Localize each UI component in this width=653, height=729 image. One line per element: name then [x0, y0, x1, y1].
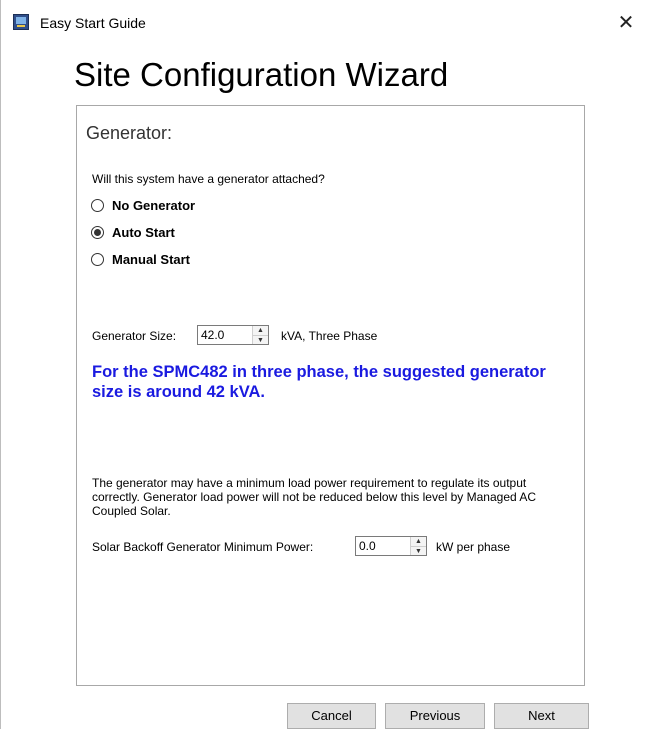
- min-power-stepper[interactable]: 0.0 ▲ ▼: [355, 536, 427, 556]
- radio-label: Manual Start: [112, 251, 191, 267]
- radio-button-icon[interactable]: [91, 198, 104, 212]
- stepper-buttons: ▲ ▼: [410, 537, 426, 555]
- title-bar: Easy Start Guide ✕: [0, 0, 653, 44]
- radio-label: No Generator: [112, 197, 196, 213]
- radio-button-icon[interactable]: [91, 252, 104, 266]
- cancel-button[interactable]: Cancel: [287, 703, 376, 729]
- min-power-value[interactable]: 0.0: [356, 537, 410, 555]
- min-load-note: The generator may have a minimum load po…: [92, 476, 537, 518]
- radio-manual-start[interactable]: Manual Start: [91, 250, 190, 268]
- radio-label: Auto Start: [112, 224, 175, 240]
- generator-size-label: Generator Size:: [92, 329, 177, 343]
- stepper-buttons: ▲ ▼: [252, 326, 268, 344]
- app-icon: [13, 14, 29, 30]
- close-button[interactable]: ✕: [612, 10, 640, 36]
- radio-button-selected-icon[interactable]: [91, 225, 104, 239]
- spin-down-icon[interactable]: ▼: [411, 546, 426, 556]
- window-title: Easy Start Guide: [40, 15, 146, 31]
- spin-down-icon[interactable]: ▼: [253, 335, 268, 345]
- generator-question: Will this system have a generator attach…: [92, 172, 325, 186]
- spin-up-icon[interactable]: ▲: [411, 537, 426, 546]
- min-power-unit: kW per phase: [436, 540, 511, 554]
- page-title: Site Configuration Wizard: [74, 56, 449, 93]
- generator-size-unit: kVA, Three Phase: [281, 329, 378, 343]
- min-power-label: Solar Backoff Generator Minimum Power:: [92, 540, 314, 554]
- previous-button[interactable]: Previous: [385, 703, 485, 729]
- window-left-border: [0, 0, 1, 729]
- radio-no-generator[interactable]: No Generator: [91, 196, 195, 214]
- spin-up-icon[interactable]: ▲: [253, 326, 268, 335]
- radio-auto-start[interactable]: Auto Start: [91, 223, 175, 241]
- suggested-size-message: For the SPMC482 in three phase, the sugg…: [92, 363, 546, 401]
- section-title: Generator:: [86, 123, 173, 143]
- next-button[interactable]: Next: [494, 703, 589, 729]
- generator-size-stepper[interactable]: 42.0 ▲ ▼: [197, 325, 269, 345]
- generator-size-value[interactable]: 42.0: [198, 326, 252, 344]
